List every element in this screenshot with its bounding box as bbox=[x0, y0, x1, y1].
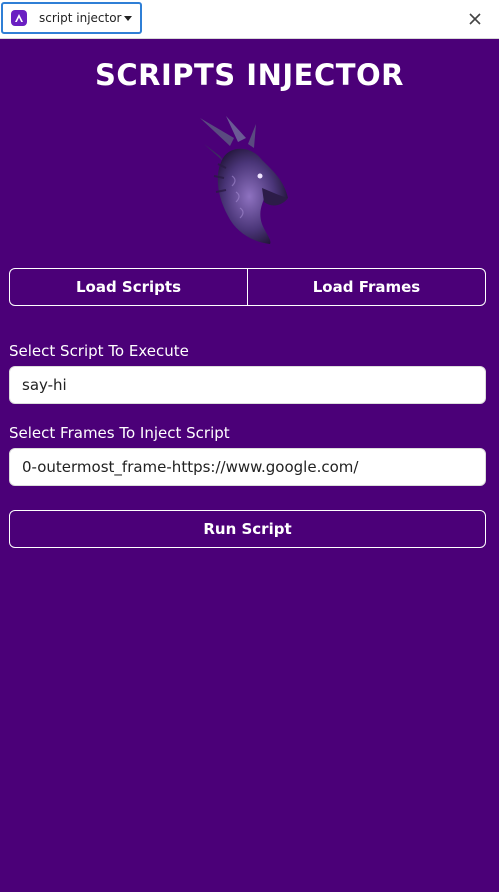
close-icon[interactable] bbox=[464, 8, 486, 30]
script-select-label: Select Script To Execute bbox=[9, 342, 189, 360]
tab-load-scripts[interactable]: Load Scripts bbox=[10, 269, 247, 305]
frames-select[interactable]: 0-outermost_frame-https://www.google.com… bbox=[9, 448, 486, 486]
dragon-logo bbox=[200, 116, 288, 244]
tab-load-frames[interactable]: Load Frames bbox=[247, 269, 485, 305]
script-select[interactable]: say-hi bbox=[9, 366, 486, 404]
run-script-button[interactable]: Run Script bbox=[9, 510, 486, 548]
frames-select-label: Select Frames To Inject Script bbox=[9, 424, 230, 442]
page-title: SCRIPTS INJECTOR bbox=[94, 58, 405, 92]
window-titlebar: script injector bbox=[0, 0, 499, 39]
caret-down-icon bbox=[124, 15, 132, 21]
extension-logo-icon bbox=[11, 10, 27, 26]
load-tabs: Load Scripts Load Frames bbox=[9, 268, 486, 306]
extension-selector[interactable]: script injector bbox=[1, 2, 142, 34]
extension-name: script injector bbox=[39, 11, 122, 25]
